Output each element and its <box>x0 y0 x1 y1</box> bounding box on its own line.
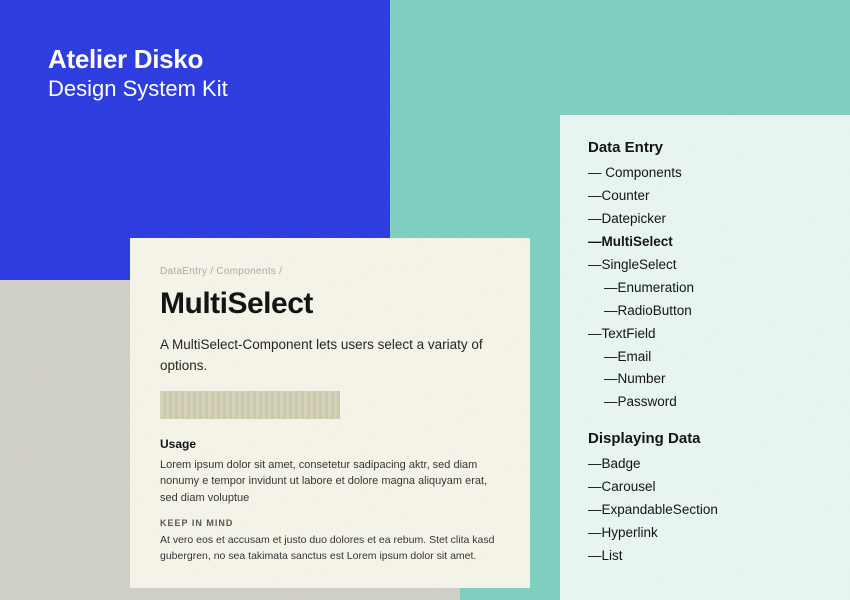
nav-item[interactable]: —Number <box>588 368 822 391</box>
header: Atelier Disko Design System Kit <box>48 44 228 104</box>
nav-item[interactable]: —List <box>588 545 822 568</box>
doc-card: DataEntry / Components / MultiSelect A M… <box>130 238 530 588</box>
app-subtitle: Design System Kit <box>48 75 228 104</box>
nav-item[interactable]: —Carousel <box>588 476 822 499</box>
nav-item[interactable]: —Counter <box>588 185 822 208</box>
nav-item[interactable]: —Enumeration <box>588 277 822 300</box>
doc-description: A MultiSelect-Component lets users selec… <box>160 335 500 377</box>
nav-section-title: Data Entry <box>588 139 822 156</box>
nav-panel: Data Entry — Components—Counter—Datepicke… <box>560 115 850 600</box>
nav-item[interactable]: —Datepicker <box>588 208 822 231</box>
nav-item[interactable]: —ExpandableSection <box>588 499 822 522</box>
nav-item[interactable]: —Hyperlink <box>588 522 822 545</box>
usage-title: Usage <box>160 437 500 451</box>
keep-text: At vero eos et accusam et justo duo dolo… <box>160 533 500 565</box>
usage-text: Lorem ipsum dolor sit amet, consetetur s… <box>160 457 500 507</box>
nav-section-title: Displaying Data <box>588 430 822 447</box>
doc-image-placeholder <box>160 391 340 419</box>
nav-item[interactable]: —Badge <box>588 453 822 476</box>
nav-item[interactable]: —Email <box>588 346 822 369</box>
app-title: Atelier Disko <box>48 44 228 75</box>
nav-item[interactable]: —SingleSelect <box>588 254 822 277</box>
nav-item[interactable]: —TextField <box>588 323 822 346</box>
nav-item[interactable]: —RadioButton <box>588 300 822 323</box>
nav-item[interactable]: —MultiSelect <box>588 231 822 254</box>
doc-title: MultiSelect <box>160 287 500 321</box>
nav-item[interactable]: —Password <box>588 391 822 414</box>
nav-item[interactable]: — Components <box>588 162 822 185</box>
breadcrumb: DataEntry / Components / <box>160 266 500 277</box>
keep-label: KEEP IN MIND <box>160 518 500 528</box>
